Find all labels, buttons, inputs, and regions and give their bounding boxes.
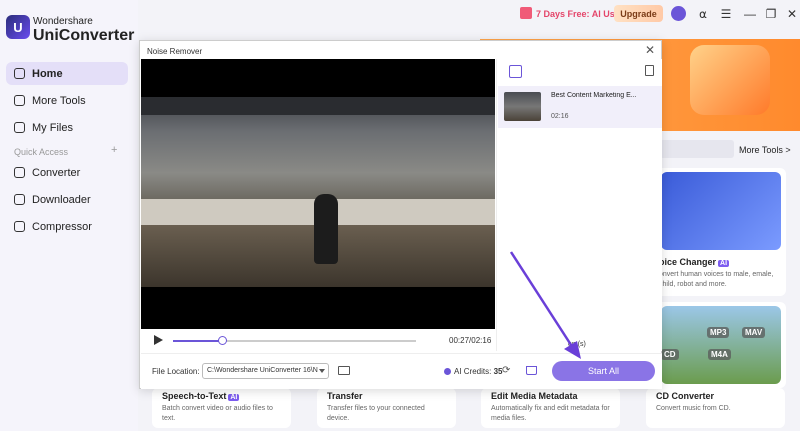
- close-window-icon[interactable]: ✕: [785, 7, 799, 21]
- card-title: Edit Media Metadata: [491, 391, 578, 401]
- more-tools-link[interactable]: More Tools >: [739, 145, 791, 155]
- file-duration: 02:16: [551, 113, 569, 120]
- brand-product: UniConverter: [33, 27, 135, 44]
- ai-badge: AI: [228, 394, 240, 401]
- seek-bar-progress: [173, 340, 222, 342]
- card-title: oice Changer AI: [659, 257, 730, 267]
- sidebar-item-more-tools[interactable]: More Tools: [6, 89, 128, 112]
- video-preview[interactable]: [141, 59, 495, 329]
- sidebar-item-converter[interactable]: Converter: [6, 161, 128, 184]
- sidebar-item-compressor[interactable]: Compressor: [6, 215, 128, 238]
- file-location-label: File Location:: [152, 367, 200, 376]
- cart-icon[interactable]: [526, 366, 537, 375]
- gift-icon[interactable]: [520, 7, 532, 19]
- card-description: Convert music from CD.: [656, 405, 731, 412]
- file-location-select[interactable]: C:\Wondershare UniConverter 16\N: [202, 363, 329, 379]
- ai-credits-label: AI Credits:: [454, 367, 492, 376]
- sidebar-item-label: More Tools: [32, 94, 86, 107]
- app-logo-icon: U: [6, 15, 30, 39]
- format-badge: MP3: [707, 327, 730, 338]
- tools-tabs-bar: [660, 140, 734, 158]
- playback-controls: 00:27/02:16: [141, 329, 495, 351]
- play-icon[interactable]: [154, 335, 163, 345]
- tools-icon: [14, 95, 25, 106]
- promo-link[interactable]: 7 Days Free: AI Use: [536, 9, 620, 19]
- chevron-down-icon[interactable]: [319, 369, 325, 373]
- list-item[interactable]: Best Content Marketing E... 02:16: [498, 86, 662, 128]
- card-title: CD Converter: [656, 391, 715, 401]
- file-list-panel: Best Content Marketing E... 02:16 em(s): [496, 59, 662, 351]
- card-description: onvert human voices to male, emale, chil…: [659, 271, 774, 288]
- dialog-title: Noise Remover: [147, 47, 203, 56]
- sidebar-item-label: My Files: [32, 121, 73, 134]
- dialog-footer: File Location: C:\Wondershare UniConvert…: [141, 353, 662, 389]
- upgrade-button[interactable]: Upgrade: [614, 5, 663, 22]
- card-description: Batch convert video or audio files to te…: [162, 405, 273, 422]
- folder-icon[interactable]: [338, 366, 350, 375]
- files-icon: [14, 122, 25, 133]
- ai-credits-icon: [444, 368, 451, 375]
- video-frame-roof: [141, 97, 495, 115]
- ai-credits: AI Credits: 35: [454, 367, 502, 376]
- sidebar-item-home[interactable]: Home: [6, 62, 128, 85]
- video-thumbnail: [504, 92, 541, 121]
- downloader-illustration: [690, 45, 770, 115]
- video-subject: [314, 194, 338, 264]
- close-icon[interactable]: ✕: [645, 43, 655, 57]
- format-badge: M4A: [708, 349, 731, 360]
- sidebar-item-my-files[interactable]: My Files: [6, 116, 128, 139]
- restore-icon[interactable]: ❐: [764, 7, 778, 21]
- voice-changer-image: [661, 172, 781, 250]
- sidebar-item-label: Compressor: [32, 220, 92, 233]
- items-count: em(s): [568, 341, 586, 348]
- format-badge: CD: [661, 349, 679, 360]
- card-title: Transfer: [327, 391, 363, 401]
- download-icon: [14, 194, 25, 205]
- headset-icon[interactable]: ⍺: [696, 7, 710, 21]
- brand-company: Wondershare: [33, 16, 93, 27]
- sidebar-item-label: Downloader: [32, 193, 91, 206]
- refresh-icon[interactable]: ⟳: [502, 365, 510, 376]
- add-file-icon[interactable]: [509, 65, 522, 78]
- menu-icon[interactable]: ☰: [719, 7, 733, 21]
- trash-icon[interactable]: [645, 65, 654, 76]
- cd-image: [661, 306, 781, 384]
- converter-icon: [14, 167, 25, 178]
- seek-handle[interactable]: [217, 336, 227, 345]
- format-badge: MAV: [742, 327, 766, 338]
- card-title: Speech-to-Text AI: [162, 391, 240, 401]
- compress-icon: [14, 221, 25, 232]
- start-all-button[interactable]: Start All: [552, 361, 655, 381]
- playback-time: 00:27/02:16: [449, 336, 492, 345]
- card-description: Transfer files to your connected device.: [327, 405, 425, 422]
- file-name: Best Content Marketing E...: [551, 92, 637, 99]
- add-quick-access-icon[interactable]: +: [111, 144, 117, 156]
- avatar[interactable]: [671, 6, 686, 21]
- sidebar-item-label: Converter: [32, 166, 81, 179]
- quick-access-heading: Quick Access: [14, 147, 69, 157]
- card-description: Automatically fix and edit metadata for …: [491, 405, 610, 422]
- minimize-icon[interactable]: —: [743, 7, 757, 21]
- home-icon: [14, 68, 25, 79]
- sidebar: U Wondershare UniConverter Home More Too…: [0, 0, 138, 431]
- noise-remover-dialog: Noise Remover ✕ 00:27/02:16 Best Content…: [139, 40, 662, 389]
- ai-badge: AI: [718, 260, 730, 267]
- sidebar-item-label: Home: [32, 67, 63, 80]
- sidebar-item-downloader[interactable]: Downloader: [6, 188, 128, 211]
